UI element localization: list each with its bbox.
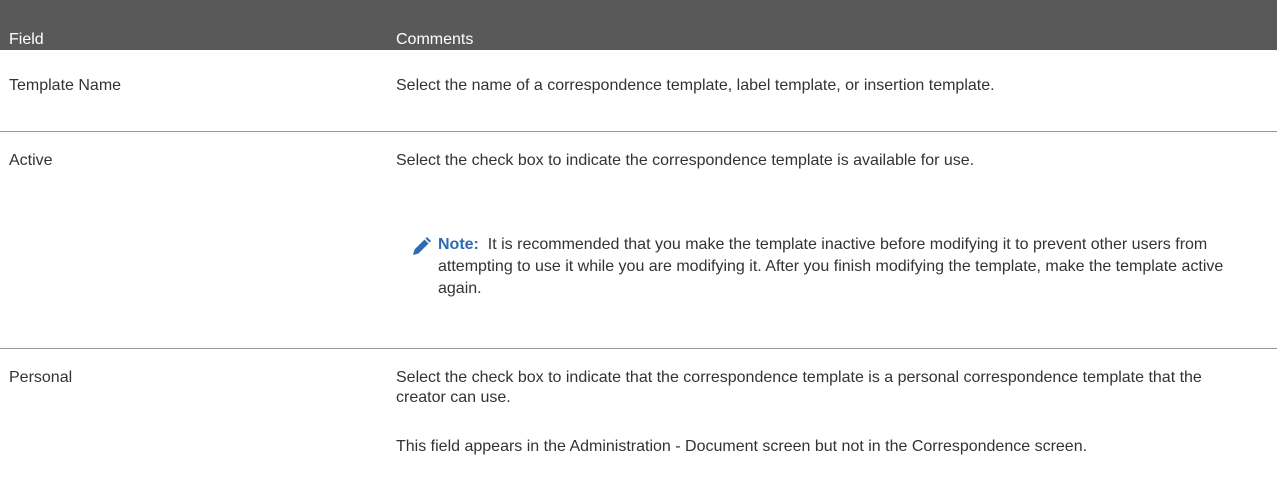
header-comments: Comments bbox=[396, 31, 474, 48]
note-text: Note: It is recommended that you make th… bbox=[438, 234, 1238, 300]
pencil-icon bbox=[410, 236, 432, 258]
field-name: Template Name bbox=[9, 77, 122, 94]
field-comment: Select the check box to indicate the cor… bbox=[396, 152, 975, 169]
note-body: It is recommended that you make the temp… bbox=[438, 236, 1224, 297]
field-comment: This field appears in the Administration… bbox=[396, 438, 1088, 455]
field-name: Personal bbox=[9, 369, 73, 386]
row-divider bbox=[0, 348, 1277, 349]
row-divider bbox=[0, 131, 1277, 132]
table-header: Field Comments bbox=[0, 0, 1277, 50]
field-name: Active bbox=[9, 152, 53, 169]
field-comment: Select the check box to indicate that th… bbox=[396, 369, 1202, 406]
header-field: Field bbox=[9, 31, 44, 48]
field-comment: Select the name of a correspondence temp… bbox=[396, 77, 995, 94]
note-label: Note: bbox=[438, 236, 479, 253]
